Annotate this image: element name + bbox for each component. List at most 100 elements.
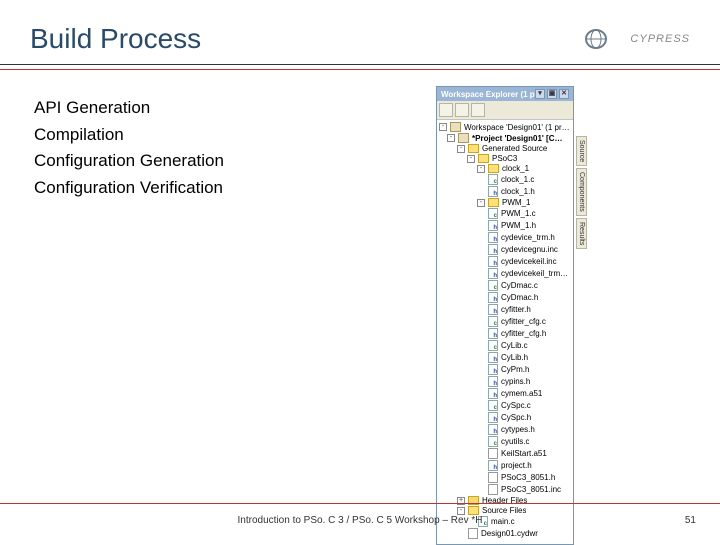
tree-row[interactable]: PWM_1.h (439, 220, 571, 232)
panel-toolbar (437, 101, 573, 120)
h-file-icon (488, 304, 498, 315)
toolbar-button[interactable] (439, 103, 453, 117)
tree-row[interactable]: PSoC3_8051.inc (439, 484, 571, 496)
close-icon[interactable]: ✕ (559, 89, 569, 99)
tree-label: CyDmac.h (501, 293, 538, 302)
tree-row[interactable]: +Header Files (439, 496, 571, 506)
cypress-logo: CYPRESS (584, 27, 690, 51)
tree-label: cydevicegnu.inc (501, 245, 558, 254)
expand-icon[interactable]: - (477, 199, 485, 207)
tree-row[interactable]: cyfitter_cfg.c (439, 316, 571, 328)
c-file-icon (488, 174, 498, 185)
workspace-explorer-panel: Workspace Explorer (1 project) ▾ ▣ ✕ Sou… (436, 86, 574, 545)
tree-row[interactable]: cydevicegnu.inc (439, 244, 571, 256)
tree-row[interactable]: CyDmac.h (439, 292, 571, 304)
tree-row[interactable]: cytypes.h (439, 424, 571, 436)
tree-row[interactable]: PWM_1.c (439, 208, 571, 220)
expand-icon[interactable]: - (457, 507, 465, 515)
tree-label: *Project 'Design01' [C… (472, 134, 563, 143)
tree-label: CyLib.c (501, 341, 528, 350)
tree-label: CyPm.h (501, 365, 529, 374)
h-file-icon (488, 388, 498, 399)
folder-icon (488, 198, 499, 207)
title-rule-1 (0, 64, 720, 65)
panel-titlebar[interactable]: Workspace Explorer (1 project) ▾ ▣ ✕ (437, 87, 573, 101)
side-tab-results[interactable]: Results (576, 218, 587, 249)
h-file-icon (488, 352, 498, 363)
tree-row[interactable]: clock_1.h (439, 186, 571, 198)
h-file-icon (488, 220, 498, 231)
tree-row[interactable]: cyfitter.h (439, 304, 571, 316)
panel-pin-icon[interactable]: ▣ (547, 89, 557, 99)
h-file-icon (488, 328, 498, 339)
tree-row[interactable]: - clock_1 (439, 164, 571, 174)
tree-row[interactable]: CyPm.h (439, 364, 571, 376)
tree-label: cyfitter_cfg.h (501, 329, 546, 338)
tree-row[interactable]: -Workspace 'Design01' (1 project) (439, 122, 571, 133)
tree-label: KeilStart.a51 (501, 449, 547, 458)
project-icon (450, 122, 461, 132)
panel-title: Workspace Explorer (1 project) (441, 90, 535, 99)
tree-row[interactable]: CyLib.c (439, 340, 571, 352)
h-file-icon (488, 364, 498, 375)
tree-row[interactable]: clock_1.c (439, 174, 571, 186)
expand-icon[interactable]: - (447, 134, 455, 142)
tree-row[interactable]: - PWM_1 (439, 198, 571, 208)
tree-row[interactable]: Design01.cydwr (439, 528, 571, 540)
bullet-item: Configuration Verification (34, 176, 224, 201)
tree-label: clock_1.h (501, 187, 535, 196)
project-icon (458, 133, 469, 143)
tree-row[interactable]: cydevicekeil_trm… (439, 268, 571, 280)
h-file-icon (488, 244, 498, 255)
expand-icon[interactable]: - (467, 155, 475, 163)
h-file-icon (488, 268, 498, 279)
tree-row[interactable]: - *Project 'Design01' [C… (439, 133, 571, 144)
expand-icon[interactable]: - (477, 165, 485, 173)
tree-row[interactable]: cyfitter_cfg.h (439, 328, 571, 340)
file-icon (488, 484, 498, 495)
tree-row[interactable]: -Generated Source (439, 144, 571, 154)
h-file-icon (488, 232, 498, 243)
page-number: 51 (685, 515, 696, 526)
toolbar-button[interactable] (455, 103, 469, 117)
file-tree[interactable]: Source Components Results -Workspace 'De… (437, 120, 573, 544)
side-tab-components[interactable]: Components (576, 168, 587, 216)
tree-row[interactable]: PSoC3_8051.h (439, 472, 571, 484)
tree-label: CyLib.h (501, 353, 528, 362)
tree-row[interactable]: cymem.a51 (439, 388, 571, 400)
h-file-icon (488, 412, 498, 423)
tree-row[interactable]: KeilStart.a51 (439, 448, 571, 460)
tree-row[interactable]: CyDmac.c (439, 280, 571, 292)
tree-row[interactable]: cyutils.c (439, 436, 571, 448)
tree-row[interactable]: CyLib.h (439, 352, 571, 364)
tree-label: cyfitter.h (501, 305, 531, 314)
expand-icon[interactable]: - (457, 145, 465, 153)
h-file-icon (488, 460, 498, 471)
tree-label: clock_1 (502, 164, 529, 173)
tree-label: CySpc.c (501, 401, 531, 410)
tree-row[interactable]: cydevicekeil.inc (439, 256, 571, 268)
tree-row[interactable]: -PSoC3 (439, 154, 571, 164)
tree-row[interactable]: CySpc.h (439, 412, 571, 424)
tree-label: PWM_1 (502, 198, 530, 207)
bullet-item: Compilation (34, 123, 224, 148)
panel-dropdown-icon[interactable]: ▾ (535, 89, 545, 99)
c-file-icon (488, 316, 498, 327)
expand-icon[interactable]: - (439, 123, 447, 131)
tree-row[interactable]: project.h (439, 460, 571, 472)
side-tab-source[interactable]: Source (576, 136, 587, 166)
h-file-icon (488, 376, 498, 387)
tree-label: cyfitter_cfg.c (501, 317, 546, 326)
title-rule-2 (0, 69, 720, 70)
tree-row[interactable]: CySpc.c (439, 400, 571, 412)
tree-label: PWM_1.c (501, 209, 536, 218)
tree-label: cyutils.c (501, 437, 529, 446)
bullet-item: API Generation (34, 96, 224, 121)
tree-label: Design01.cydwr (481, 529, 538, 538)
tree-row[interactable]: cypins.h (439, 376, 571, 388)
tree-row[interactable]: cydevice_trm.h (439, 232, 571, 244)
folder-icon (468, 506, 479, 515)
tree-label: cydevice_trm.h (501, 233, 555, 242)
c-file-icon (488, 436, 498, 447)
toolbar-button[interactable] (471, 103, 485, 117)
